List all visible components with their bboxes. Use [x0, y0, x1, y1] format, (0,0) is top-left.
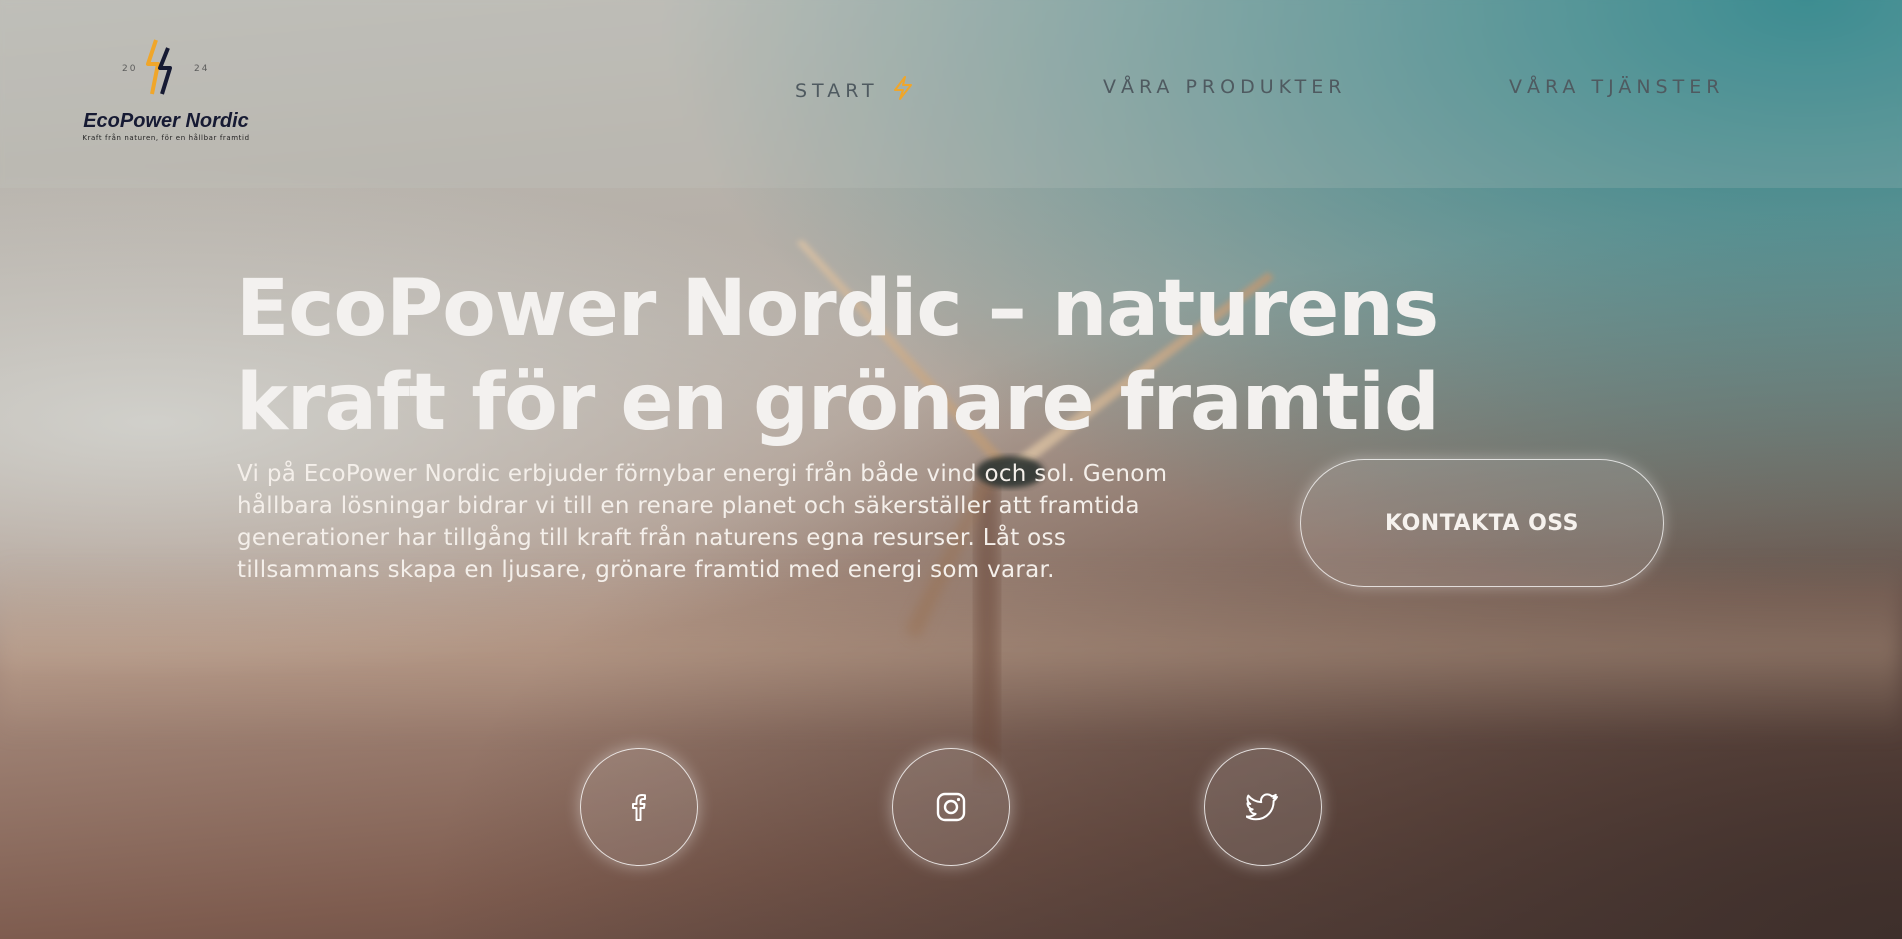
logo-tagline: Kraft från naturen, för en hållbar framt…	[82, 134, 250, 142]
twitter-button[interactable]	[1204, 748, 1322, 866]
main-nav: START VÅRA PRODUKTER VÅRA TJÄNSTER	[0, 76, 1902, 106]
logo-year-left: 20	[122, 64, 138, 74]
logo-name: EcoPower Nordic	[83, 110, 249, 132]
hero-title: EcoPower Nordic – naturens kraft för en …	[236, 264, 1440, 448]
nav-item-label: START	[795, 80, 879, 102]
nav-item-start[interactable]: START	[795, 76, 914, 102]
background-haze	[0, 560, 1902, 740]
twitter-icon	[1246, 793, 1278, 821]
nav-item-tjanster[interactable]: VÅRA TJÄNSTER	[1509, 76, 1724, 98]
hero-intro: Vi på EcoPower Nordic erbjuder förnybar …	[237, 461, 1168, 583]
site-header: 20 24 EcoPower Nordic Kraft från naturen…	[0, 0, 1902, 188]
instagram-button[interactable]	[892, 748, 1010, 866]
nav-item-produkter[interactable]: VÅRA PRODUKTER	[1103, 76, 1346, 98]
lightning-bolt-icon	[893, 76, 912, 100]
contact-button[interactable]: KONTAKTA OSS	[1300, 459, 1664, 587]
facebook-button[interactable]	[580, 748, 698, 866]
logo-year-right: 24	[194, 64, 210, 74]
facebook-icon	[632, 794, 646, 821]
instagram-icon	[936, 792, 966, 822]
